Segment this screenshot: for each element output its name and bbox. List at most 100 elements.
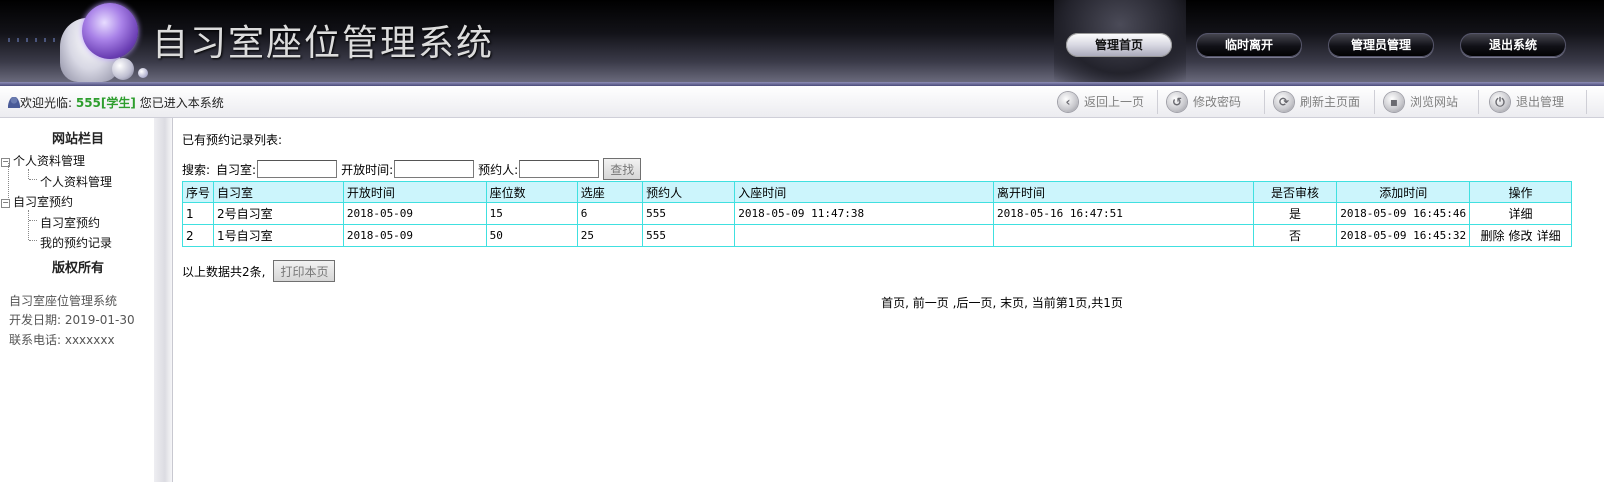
browse-site-button[interactable]: ▪ 浏览网站 — [1384, 89, 1458, 114]
cell-seat-choice: 6 — [576, 202, 644, 225]
nav-admin-manage-button[interactable]: 管理员管理 — [1328, 33, 1434, 57]
delete-link[interactable]: 删除 — [1481, 229, 1505, 243]
col-header-approved: 是否审核 — [1252, 181, 1338, 203]
detail-link[interactable]: 详细 — [1509, 207, 1533, 221]
total-count: 以上数据共2条, — [182, 264, 266, 279]
user-icon — [8, 97, 20, 108]
contact-phone: 联系电话: xxxxxxx — [9, 333, 115, 347]
col-header-room: 自习室 — [213, 181, 344, 203]
back-icon: ‹ — [1058, 91, 1078, 112]
page-status: 当前第1页,共1页 — [1031, 296, 1123, 310]
cell-leave-time: 2018-05-16 16:47:51 — [993, 202, 1254, 225]
sidebar: 网站栏目 − 个人资料管理 个人资料管理 − 自习室预约 自习室预约 我的预约记录 … — [0, 118, 156, 482]
change-password-button[interactable]: ↺ 修改密码 — [1167, 89, 1241, 114]
welcome-prefix: 欢迎光临: — [20, 96, 76, 110]
refresh-icon: ⟳ — [1274, 91, 1294, 112]
print-page-button[interactable]: 打印本页 — [273, 260, 336, 282]
col-header-seat-choice: 选座 — [576, 181, 644, 203]
table-row: 1 2号自习室 2018-05-09 15 6 555 2018-05-09 1… — [181, 202, 1572, 225]
col-header-booker: 预约人 — [642, 181, 736, 203]
room-search-input[interactable] — [257, 160, 338, 178]
welcome-message: 欢迎光临: 555[学生] 您已进入本系统 — [8, 94, 224, 111]
open-time-search-input[interactable] — [394, 160, 475, 178]
last-page-link[interactable]: 末页, — [1000, 296, 1028, 310]
welcome-suffix: 您已进入本系统 — [135, 96, 224, 110]
sidebar-item-profile[interactable]: 个人资料管理 — [40, 173, 112, 190]
cell-actions: 详细 — [1469, 202, 1572, 225]
detail-link[interactable]: 详细 — [1537, 229, 1561, 243]
tree-connector — [29, 220, 37, 221]
change-password-label: 修改密码 — [1193, 95, 1242, 109]
collapse-icon[interactable]: − — [1, 199, 10, 208]
cell-index: 2 — [181, 224, 215, 247]
tree-connector — [29, 240, 37, 241]
cell-added-time: 2018-05-09 16:45:32 — [1336, 224, 1471, 247]
cell-booker: 555 — [642, 224, 736, 247]
room-field-label: 自习室: — [216, 162, 257, 177]
search-button[interactable]: 查找 — [603, 158, 642, 180]
cell-seat-choice: 25 — [576, 224, 644, 247]
col-header-checkin-time: 入座时间 — [734, 181, 995, 203]
refresh-button[interactable]: ⟳ 刷新主页面 — [1274, 89, 1360, 114]
list-caption: 已有预约记录列表: — [182, 133, 283, 147]
cell-actions: 删除 修改 详细 — [1469, 224, 1572, 247]
browse-site-label: 浏览网站 — [1410, 95, 1459, 109]
col-header-seats: 座位数 — [485, 181, 578, 203]
username: 555[学生] — [75, 96, 136, 110]
exit-admin-button[interactable]: ⏻ 退出管理 — [1490, 89, 1564, 114]
cell-room: 2号自习室 — [213, 202, 344, 225]
nav-temp-leave-button[interactable]: 临时离开 — [1196, 33, 1302, 57]
toolbar-divider — [1374, 90, 1375, 114]
system-name: 自习室座位管理系统 — [9, 294, 118, 308]
toolbar-divider — [1264, 90, 1265, 114]
exit-admin-label: 退出管理 — [1516, 95, 1565, 109]
nav-home-button[interactable]: 管理首页 — [1066, 33, 1172, 57]
edit-link[interactable]: 修改 — [1509, 229, 1533, 243]
col-header-leave-time: 离开时间 — [993, 181, 1254, 203]
dev-date: 开发日期: 2019-01-30 — [9, 313, 135, 327]
sidebar-title: 网站栏目 — [51, 132, 104, 147]
first-page-link[interactable]: 首页, — [881, 296, 909, 310]
refresh-label: 刷新主页面 — [1300, 95, 1361, 109]
tree-connector — [28, 169, 29, 179]
sidebar-group-label: 自习室预约 — [13, 195, 74, 209]
toolbar: 欢迎光临: 555[学生] 您已进入本系统 ‹ 返回上一页 ↺ 修改密码 ⟳ 刷… — [0, 86, 1604, 118]
sidebar-divider — [154, 118, 173, 482]
col-header-index: 序号 — [181, 181, 215, 203]
next-page-link[interactable]: ,后一页, — [953, 296, 997, 310]
toolbar-divider — [1478, 90, 1479, 114]
booker-field-label: 预约人: — [478, 162, 519, 177]
sidebar-item-my-bookings[interactable]: 我的预约记录 — [40, 234, 112, 251]
cell-leave-time — [993, 224, 1254, 247]
cell-approved: 否 — [1252, 224, 1338, 247]
nav-logout-button[interactable]: 退出系统 — [1460, 33, 1566, 57]
sidebar-group-profile[interactable]: − 个人资料管理 — [1, 152, 85, 169]
booker-search-input[interactable] — [519, 160, 600, 178]
cell-checkin-time — [734, 224, 995, 247]
toolbar-divider — [1586, 90, 1587, 114]
tree-connector — [29, 179, 37, 180]
back-button[interactable]: ‹ 返回上一页 — [1058, 89, 1144, 114]
cell-index: 1 — [181, 202, 215, 225]
collapse-icon[interactable]: − — [1, 158, 10, 167]
cell-room: 1号自习室 — [213, 224, 344, 247]
prev-page-link[interactable]: 前一页 — [913, 296, 949, 310]
main-content: 已有预约记录列表: 搜索: 自习室: 开放时间: 预约人: 查找 序号 自习室 … — [181, 118, 1604, 482]
col-header-open-time: 开放时间 — [342, 181, 487, 203]
header: 自习室座位管理系统 管理首页 临时离开 管理员管理 退出系统 — [0, 0, 1604, 82]
logo-hand-icon — [82, 3, 138, 59]
copyright-title: 版权所有 — [51, 261, 104, 276]
tree-connector — [28, 210, 29, 240]
cell-booker: 555 — [642, 202, 736, 225]
back-button-label: 返回上一页 — [1084, 95, 1145, 109]
search-bar: 搜索: 自习室: 开放时间: 预约人: 查找 — [182, 158, 642, 180]
password-icon: ↺ — [1167, 91, 1187, 112]
cell-added-time: 2018-05-09 16:45:46 — [1336, 202, 1471, 225]
cell-approved: 是 — [1252, 202, 1338, 225]
table-header-row: 序号 自习室 开放时间 座位数 选座 预约人 入座时间 离开时间 是否审核 添加… — [181, 181, 1572, 203]
sidebar-item-book-room[interactable]: 自习室预约 — [40, 214, 100, 231]
sidebar-group-booking[interactable]: − 自习室预约 — [1, 193, 73, 210]
cell-seats: 15 — [485, 202, 578, 225]
cell-seats: 50 — [485, 224, 578, 247]
pagination: 首页, 前一页 ,后一页, 末页, 当前第1页,共1页 — [182, 294, 1604, 311]
